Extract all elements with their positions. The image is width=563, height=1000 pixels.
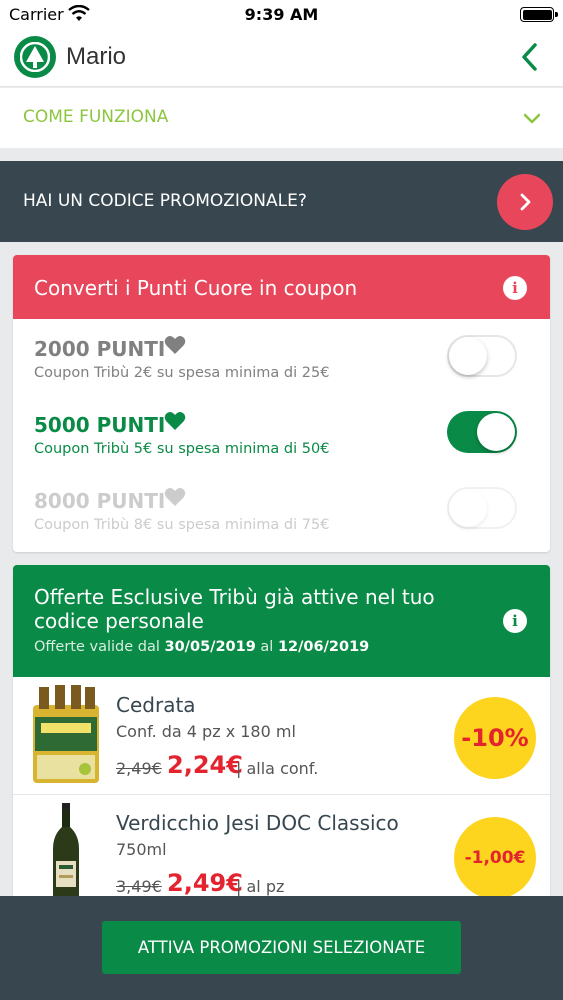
- discount-badge: -1,00€: [454, 817, 536, 899]
- chevron-right-icon: [520, 193, 531, 211]
- old-price: 2,49€: [116, 759, 162, 778]
- clock: 9:39 AM: [244, 5, 319, 24]
- battery-icon: [520, 7, 558, 22]
- coupon-option-8000: 8000 PUNTI Coupon Tribù 8€ su spesa mini…: [13, 471, 550, 547]
- offers-title: Offerte Esclusive Tribù già attive nel t…: [34, 585, 435, 633]
- price-unit: | alla conf.: [236, 759, 319, 778]
- old-price: 3,49€: [116, 877, 162, 896]
- option-description: Coupon Tribù 5€ su spesa minima di 50€: [34, 441, 330, 457]
- promo-code-bar[interactable]: HAI UN CODICE PROMOZIONALE?: [0, 161, 563, 242]
- status-bar: Carrier 9:39 AM: [0, 0, 563, 30]
- cedrata-bottles-image: [33, 685, 99, 783]
- heart-icon: [164, 336, 186, 354]
- convert-points-card: Converti i Punti Cuore in coupon i 2000 …: [13, 255, 550, 552]
- product-name: Cedrata: [116, 693, 196, 717]
- price-unit: | al pz: [236, 877, 285, 896]
- convert-header: Converti i Punti Cuore in coupon i: [13, 255, 550, 319]
- product-size: Conf. da 4 pz x 180 ml: [116, 722, 296, 741]
- bottom-action-bar: ATTIVA PROMOZIONI SELEZIONATE: [0, 896, 563, 1000]
- back-button[interactable]: [510, 38, 548, 76]
- option-points: 2000 PUNTI: [34, 337, 166, 361]
- info-icon[interactable]: i: [503, 276, 527, 300]
- promo-price: 2,49€: [167, 869, 243, 897]
- offers-header: Offerte Esclusive Tribù già attive nel t…: [13, 565, 550, 677]
- product-row[interactable]: Verdicchio Jesi DOC Classico 750ml 3,49€…: [13, 795, 550, 905]
- nav-bar: Mario: [0, 30, 563, 87]
- coupon-option-5000: 5000 PUNTI Coupon Tribù 5€ su spesa mini…: [13, 395, 550, 471]
- wine-bottle-image: [53, 803, 79, 905]
- promo-code-button[interactable]: [497, 174, 553, 230]
- promo-code-label: HAI UN CODICE PROMOZIONALE?: [23, 191, 307, 211]
- exclusive-offers-card: Offerte Esclusive Tribù già attive nel t…: [13, 565, 550, 905]
- heart-icon: [164, 488, 186, 506]
- page-title: Mario: [66, 43, 127, 70]
- heart-icon: [164, 412, 186, 430]
- product-row[interactable]: Cedrata Conf. da 4 pz x 180 ml 2,49€ 2,2…: [13, 677, 550, 795]
- product-name: Verdicchio Jesi DOC Classico: [116, 811, 399, 835]
- coupon-option-2000: 2000 PUNTI Coupon Tribù 2€ su spesa mini…: [13, 319, 550, 395]
- coupon-toggle-8000[interactable]: [447, 487, 517, 529]
- promo-price: 2,24€: [167, 751, 243, 779]
- option-description: Coupon Tribù 2€ su spesa minima di 25€: [34, 365, 330, 381]
- discount-badge: -10%: [454, 697, 536, 779]
- coupon-toggle-2000[interactable]: [447, 335, 517, 377]
- offers-validity: Offerte valide dal 30/05/2019 al 12/06/2…: [34, 639, 370, 655]
- option-points: 8000 PUNTI: [34, 489, 166, 513]
- option-points: 5000 PUNTI: [34, 413, 166, 437]
- accordion-label: COME FUNZIONA: [23, 107, 169, 127]
- option-description: Coupon Tribù 8€ su spesa minima di 75€: [34, 517, 330, 533]
- activate-promotions-button[interactable]: ATTIVA PROMOZIONI SELEZIONATE: [102, 921, 461, 974]
- chevron-left-icon: [522, 43, 537, 71]
- tree-icon: [20, 42, 50, 72]
- chevron-down-icon: [523, 113, 541, 124]
- product-size: 750ml: [116, 840, 167, 859]
- convert-title: Converti i Punti Cuore in coupon: [34, 276, 358, 300]
- date-from: 30/05/2019: [164, 639, 256, 655]
- info-icon[interactable]: i: [503, 609, 527, 633]
- spar-logo: [14, 36, 56, 78]
- date-to: 12/06/2019: [277, 639, 370, 655]
- coupon-toggle-5000[interactable]: [447, 411, 517, 453]
- how-it-works-accordion[interactable]: COME FUNZIONA: [0, 88, 563, 148]
